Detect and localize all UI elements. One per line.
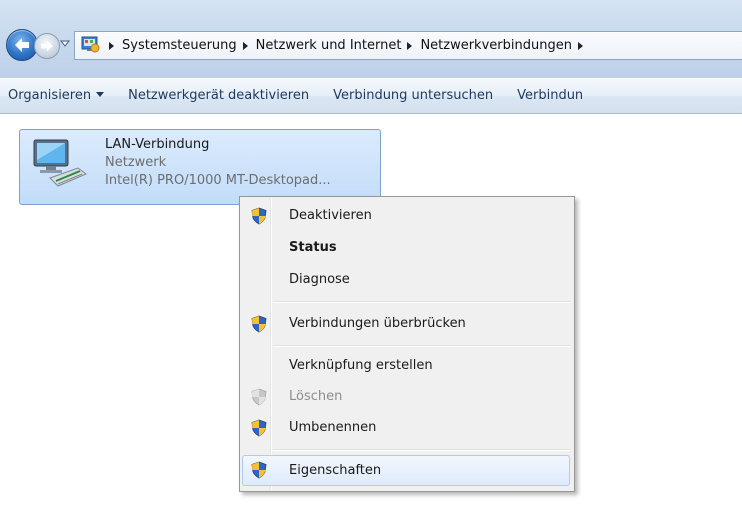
disable-device-button[interactable]: Netzwerkgerät deaktivieren [116, 79, 321, 113]
lan-connection-item[interactable]: LAN-Verbindung Netzwerk Intel(R) PRO/100… [19, 129, 381, 205]
address-field[interactable]: Systemsteuerung Netzwerk und Internet Ne… [74, 31, 742, 60]
breadcrumb-item-netzwerk-internet[interactable]: Netzwerk und Internet [256, 38, 402, 53]
breadcrumb-item-netzwerkverbindungen[interactable]: Netzwerkverbindungen [420, 38, 572, 53]
network-adapter-icon [33, 139, 87, 187]
menu-item-label: Status [289, 240, 337, 255]
organize-menu-button[interactable]: Organisieren [0, 79, 116, 113]
menu-item-diagnose[interactable]: Diagnose [242, 267, 570, 293]
connection-name: LAN-Verbindung [105, 137, 210, 152]
connection-network: Netzwerk [105, 155, 167, 170]
menu-separator [273, 449, 570, 451]
uac-shield-icon [251, 461, 267, 479]
uac-shield-icon [251, 388, 267, 406]
menu-item-deaktivieren[interactable]: Deaktivieren [242, 203, 570, 229]
organize-label: Organisieren [8, 88, 92, 103]
chevron-down-icon [96, 92, 105, 97]
menu-item-create-shortcut[interactable]: Verknüpfung erstellen [242, 353, 570, 379]
breadcrumb-separator-icon[interactable] [407, 41, 413, 50]
connection-adapter: Intel(R) PRO/1000 MT-Desktopad... [105, 173, 331, 188]
forward-button[interactable] [34, 33, 60, 59]
menu-item-label: Verbindungen überbrücken [289, 316, 466, 331]
uac-shield-icon [251, 207, 267, 225]
menu-item-status[interactable]: Status [242, 235, 570, 261]
history-dropdown-icon[interactable] [60, 38, 70, 48]
menu-item-bridge-connections[interactable]: Verbindungen überbrücken [242, 311, 570, 337]
menu-item-loeschen: Löschen [242, 384, 570, 410]
menu-item-label: Umbenennen [289, 420, 377, 435]
diagnose-connection-button[interactable]: Verbindung untersuchen [321, 79, 505, 113]
breadcrumb-item-systemsteuerung[interactable]: Systemsteuerung [122, 38, 237, 53]
menu-item-label: Deaktivieren [289, 208, 372, 223]
breadcrumb-separator-icon[interactable] [109, 41, 114, 50]
back-arrow-icon [15, 38, 29, 52]
menu-item-label: Eigenschaften [289, 463, 382, 478]
menu-item-label: Diagnose [289, 272, 350, 287]
context-menu: Deaktivieren Status Diagnose Verbindunge… [239, 196, 575, 492]
menu-separator [273, 301, 570, 303]
breadcrumb-separator-icon[interactable] [242, 41, 248, 50]
menu-item-umbenennen[interactable]: Umbenennen [242, 415, 570, 441]
uac-shield-icon [251, 419, 267, 437]
breadcrumb-separator-icon[interactable] [577, 41, 583, 50]
uac-shield-icon [251, 315, 267, 333]
command-toolbar: Organisieren Netzwerkgerät deaktivieren … [0, 78, 742, 114]
menu-item-label: Verknüpfung erstellen [289, 358, 433, 373]
menu-separator [273, 345, 570, 347]
menu-item-eigenschaften[interactable]: Eigenschaften [242, 455, 570, 486]
control-panel-icon [81, 36, 100, 53]
address-bar: Systemsteuerung Netzwerk und Internet Ne… [0, 0, 742, 78]
more-toolbar-button[interactable]: Verbindun [505, 79, 595, 113]
menu-item-label: Löschen [289, 389, 343, 404]
forward-arrow-icon [41, 40, 53, 52]
breadcrumb: Systemsteuerung Netzwerk und Internet Ne… [103, 32, 591, 59]
